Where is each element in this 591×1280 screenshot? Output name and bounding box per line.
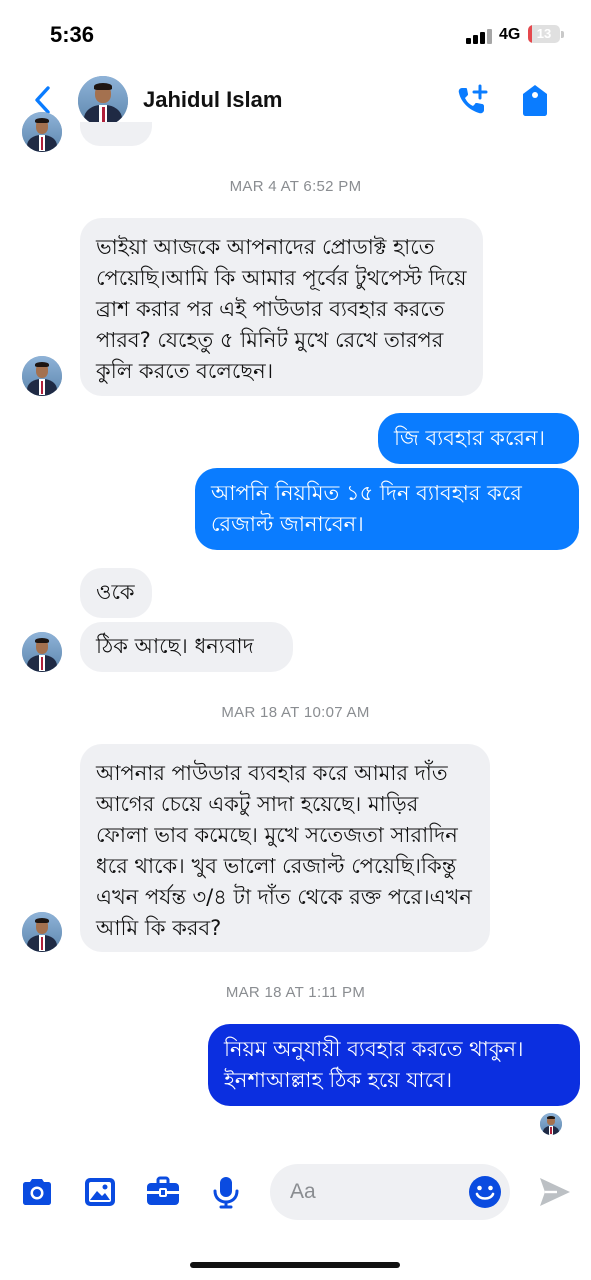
shield-button[interactable] bbox=[519, 82, 551, 118]
emoji-button[interactable] bbox=[467, 1174, 503, 1210]
battery-tip bbox=[561, 31, 564, 38]
contact-avatar-small[interactable] bbox=[22, 356, 62, 396]
status-bar: 5:36 4G 13 bbox=[0, 0, 591, 70]
message-out[interactable]: আপনি নিয়মিত ১৫ দিন ব্যাবহার করে রেজাল্ট… bbox=[195, 468, 579, 550]
message-out[interactable]: জি ব্যবহার করেন। bbox=[378, 413, 579, 464]
contact-avatar-small[interactable] bbox=[22, 632, 62, 672]
contact-avatar-small[interactable] bbox=[22, 912, 62, 952]
message-out[interactable]: নিয়ম অনুযায়ী ব্যবহার করতে থাকুন। ইনশাআ… bbox=[208, 1024, 580, 1106]
network-type: 4G bbox=[499, 26, 521, 43]
camera-button[interactable] bbox=[19, 1174, 55, 1210]
status-time: 5:36 bbox=[50, 22, 95, 47]
emoji-icon bbox=[469, 1176, 501, 1208]
contact-avatar[interactable] bbox=[78, 76, 128, 126]
home-indicator bbox=[190, 1262, 400, 1268]
timestamp: MAR 18 AT 1:11 PM bbox=[225, 984, 366, 1001]
composer-bar: Aa bbox=[0, 1150, 591, 1280]
shield-icon bbox=[523, 85, 547, 116]
briefcase-icon bbox=[147, 1176, 179, 1205]
battery-icon: 13 bbox=[528, 25, 560, 43]
message-in[interactable]: আপনার পাউডার ব্যবহার করে আমার দাঁত আগের … bbox=[80, 744, 490, 952]
apps-button[interactable] bbox=[145, 1174, 181, 1210]
timestamp: MAR 4 AT 6:52 PM bbox=[229, 178, 362, 195]
contact-avatar-small bbox=[22, 112, 62, 152]
message-in[interactable]: ভাইয়া আজকে আপনাদের প্রোডাক্ট হাতে পেয়ে… bbox=[80, 218, 483, 396]
camera-icon bbox=[23, 1179, 51, 1205]
phone-plus-icon bbox=[458, 84, 488, 114]
message-thread[interactable]: MAR 4 AT 6:52 PM ভাইয়া আজকে আপনাদের প্র… bbox=[0, 112, 591, 1150]
microphone-icon bbox=[213, 1177, 239, 1209]
message-in[interactable]: ঠিক আছে। ধন্যবাদ bbox=[80, 622, 293, 672]
message-bubble-partial bbox=[80, 122, 152, 146]
message-in[interactable]: ওকে bbox=[80, 568, 152, 618]
signal-icon bbox=[466, 28, 492, 44]
image-icon bbox=[85, 1178, 115, 1206]
send-icon bbox=[540, 1178, 570, 1206]
audio-call-button[interactable] bbox=[455, 82, 491, 118]
read-receipt-avatar bbox=[540, 1113, 562, 1135]
timestamp: MAR 18 AT 10:07 AM bbox=[221, 704, 370, 721]
message-input-placeholder: Aa bbox=[290, 1180, 316, 1203]
battery-level: 13 bbox=[536, 26, 552, 41]
gallery-button[interactable] bbox=[82, 1174, 118, 1210]
voice-button[interactable] bbox=[208, 1174, 244, 1210]
send-button[interactable] bbox=[537, 1174, 573, 1210]
contact-name[interactable]: Jahidul Islam bbox=[143, 87, 282, 113]
